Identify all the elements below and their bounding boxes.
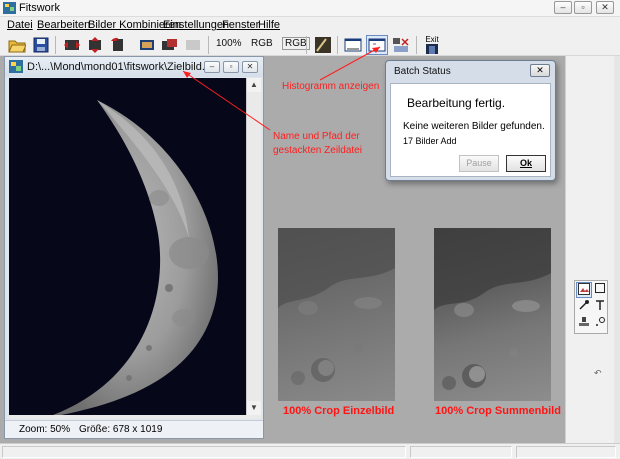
- path-arrow: [182, 70, 271, 131]
- status-cell-3: [516, 446, 616, 458]
- path-annotation-line1: Name und Pfad der: [273, 131, 360, 142]
- image-tool-icon[interactable]: [576, 282, 592, 298]
- crop-sum-image: [434, 228, 551, 401]
- path-annotation-line2: gestackten Zeildatei: [273, 145, 362, 156]
- crop-single-image: [278, 228, 395, 401]
- crop-single-texture: [278, 228, 395, 385]
- status-cell-main: [2, 446, 406, 458]
- histogram-arrow: [319, 46, 381, 81]
- dialog-count: 17 Bilder Add: [403, 136, 457, 146]
- path-arrowhead: [183, 71, 191, 78]
- dialog-close-button[interactable]: ✕: [530, 64, 550, 77]
- rectangle-tool-icon[interactable]: [592, 282, 608, 298]
- text-tool-icon[interactable]: [592, 299, 608, 315]
- dialog-body: Bearbeitung fertig. Keine weiteren Bilde…: [390, 83, 551, 177]
- crop-sum-label: 100% Crop Summenbild: [435, 405, 561, 417]
- ok-button[interactable]: Ok: [506, 155, 546, 172]
- histogram-arrowhead: [372, 47, 380, 53]
- histogram-annotation: Histogramm anzeigen: [282, 81, 380, 92]
- pipette-tool-icon[interactable]: [576, 299, 592, 315]
- batch-status-dialog[interactable]: Batch Status ✕ Bearbeitung fertig. Keine…: [385, 60, 556, 181]
- tool-palette: [574, 280, 608, 334]
- status-bar: [0, 443, 620, 459]
- crop-single-label: 100% Crop Einzelbild: [283, 405, 395, 417]
- stamp-tool-icon[interactable]: [576, 316, 592, 332]
- dialog-message: Bearbeitung fertig.: [407, 96, 506, 110]
- dialog-detail: Keine weiteren Bilder gefunden.: [403, 121, 545, 132]
- pause-button[interactable]: Pause: [459, 155, 499, 172]
- dialog-title: Batch Status: [394, 66, 451, 77]
- undo-arrow-icon[interactable]: ↶: [594, 368, 602, 379]
- status-cell-2: [410, 446, 512, 458]
- crop-sum-texture: [434, 228, 551, 390]
- star-marker-tool-icon[interactable]: [592, 316, 608, 332]
